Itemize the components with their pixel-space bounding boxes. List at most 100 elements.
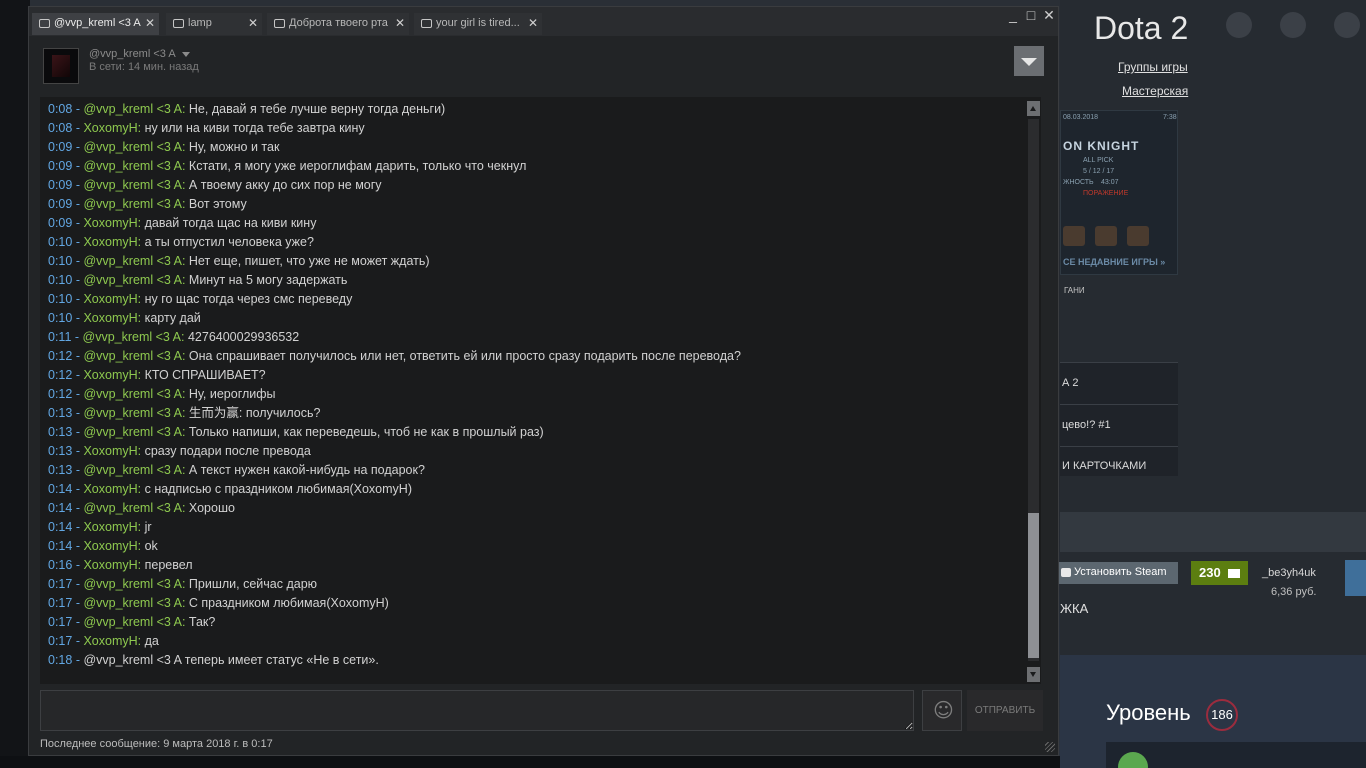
message-text: С праздником любимая(XoxomyH) xyxy=(188,596,389,610)
message-sender[interactable]: @vvp_kreml <3 A xyxy=(83,159,182,173)
notifications-badge[interactable]: 230 xyxy=(1191,561,1248,585)
message-text: 生而为赢: получилось? xyxy=(188,406,321,420)
message-sender[interactable]: XoxomyH xyxy=(83,558,137,572)
message-sender[interactable]: @vvp_kreml <3 A xyxy=(83,387,182,401)
message-sender[interactable]: XoxomyH xyxy=(83,311,137,325)
side-block-1[interactable]: А 2 xyxy=(1060,362,1178,404)
message-sender[interactable]: XoxomyH xyxy=(83,216,137,230)
match-time: 7:38 xyxy=(1163,114,1177,121)
message-sender[interactable]: XoxomyH xyxy=(83,482,137,496)
scroll-up-button[interactable] xyxy=(1027,101,1040,116)
tab-lamp[interactable]: lamp ✕ xyxy=(166,13,262,35)
minimize-button[interactable]: _ xyxy=(1003,7,1023,23)
friend-name-text: @vvp_kreml <3 A xyxy=(89,48,176,60)
account-name[interactable]: _be3yh4uk xyxy=(1262,567,1316,579)
message-sender[interactable]: XoxomyH xyxy=(83,235,137,249)
scroll-thumb[interactable] xyxy=(1028,513,1039,658)
message-text: Только напиши, как переведешь, чтоб не к… xyxy=(188,425,544,439)
message-input[interactable] xyxy=(40,690,914,731)
stats-icon[interactable] xyxy=(1280,12,1306,38)
message-sender[interactable]: XoxomyH xyxy=(83,121,137,135)
message-sender[interactable]: XoxomyH xyxy=(83,539,137,553)
message-sender[interactable]: @vvp_kreml <3 A xyxy=(83,273,182,287)
close-tab-icon[interactable]: ✕ xyxy=(248,16,258,30)
match-items xyxy=(1063,226,1149,246)
chat-icon xyxy=(173,19,184,28)
scroll-down-button[interactable] xyxy=(1027,667,1040,682)
message-sender[interactable]: XoxomyH xyxy=(83,520,137,534)
close-tab-icon[interactable]: ✕ xyxy=(145,16,155,30)
chat-message: 0:12 - @vvp_kreml <3 A: Она спрашивает п… xyxy=(48,349,741,363)
message-sender[interactable]: @vvp_kreml <3 A xyxy=(83,463,182,477)
badge-icon xyxy=(1118,752,1148,768)
message-sender[interactable]: @vvp_kreml <3 A xyxy=(83,254,182,268)
chevron-down-icon[interactable] xyxy=(181,51,190,57)
left-edge xyxy=(0,0,30,768)
message-text: Кстати, я могу уже иероглифам дарить, то… xyxy=(188,159,527,173)
message-time: 0:16 xyxy=(48,558,73,572)
chat-icon xyxy=(274,19,285,28)
chat-message: 0:17 - @vvp_kreml <3 A: С праздником люб… xyxy=(48,596,389,610)
recent-games-link[interactable]: СЕ НЕДАВНИЕ ИГРЫ » xyxy=(1063,257,1165,267)
close-button[interactable]: ✕ xyxy=(1039,7,1059,24)
message-sender[interactable]: @vvp_kreml <3 A xyxy=(83,406,182,420)
message-sender[interactable]: @vvp_kreml <3 A xyxy=(83,102,182,116)
tab-dobrota[interactable]: Доброта твоего рта ✕ xyxy=(267,13,409,35)
message-sender[interactable]: @vvp_kreml <3 A xyxy=(83,349,182,363)
install-steam-button[interactable]: Установить Steam xyxy=(1056,562,1178,584)
item-icon xyxy=(1095,226,1117,246)
message-sender[interactable]: @vvp_kreml <3 A xyxy=(83,577,182,591)
resize-grip[interactable] xyxy=(1045,742,1055,752)
tab-vvp-kreml[interactable]: @vvp_kreml <3 A ✕ xyxy=(32,13,159,35)
message-time: 0:12 xyxy=(48,387,73,401)
chat-message: 0:13 - @vvp_kreml <3 A: Только напиши, к… xyxy=(48,425,544,439)
message-text: ну го щас тогда через смс переведу xyxy=(144,292,353,306)
send-button[interactable]: ОТПРАВИТЬ xyxy=(967,690,1043,731)
side-block-3[interactable]: И КАРТОЧКАМИ xyxy=(1060,446,1178,476)
chat-message: 0:13 - @vvp_kreml <3 A: А текст нужен ка… xyxy=(48,463,425,477)
chat-message: 0:13 - XoxomyH: сразу подари после прево… xyxy=(48,444,311,458)
chat-scrollbar[interactable] xyxy=(1026,97,1041,684)
recent-match-card[interactable]: 08.03.2018 7:38 ON KNIGHT ALL PICK 5 / 1… xyxy=(1060,110,1178,275)
workshop-link[interactable]: Мастерская xyxy=(1122,84,1188,98)
community-icon[interactable] xyxy=(1226,12,1252,38)
user-avatar[interactable] xyxy=(1345,560,1366,596)
message-sender[interactable]: @vvp_kreml <3 A xyxy=(83,178,182,192)
message-sender[interactable]: XoxomyH xyxy=(83,634,137,648)
emoticon-button[interactable] xyxy=(922,690,962,731)
message-sender[interactable]: XoxomyH xyxy=(83,368,137,382)
message-time: 0:14 xyxy=(48,539,73,553)
chat-options-button[interactable] xyxy=(1014,46,1044,76)
message-time: 0:08 xyxy=(48,121,73,135)
message-sender[interactable]: @vvp_kreml <3 A xyxy=(83,501,182,515)
message-time: 0:17 xyxy=(48,615,73,629)
profile-icon[interactable] xyxy=(1334,12,1360,38)
message-text: перевел xyxy=(144,558,193,572)
message-sender[interactable]: @vvp_kreml <3 A xyxy=(83,596,182,610)
message-sender[interactable]: XoxomyH xyxy=(83,444,137,458)
badge-card[interactable] xyxy=(1106,742,1366,768)
chat-message: 0:08 - @vvp_kreml <3 A: Не, давай я тебе… xyxy=(48,102,446,116)
friend-avatar[interactable] xyxy=(43,48,79,84)
match-result: ПОРАЖЕНИЕ xyxy=(1083,190,1129,197)
message-sender[interactable]: @vvp_kreml <3 A xyxy=(83,425,182,439)
friend-name[interactable]: @vvp_kreml <3 A xyxy=(89,48,190,60)
message-time: 0:10 xyxy=(48,273,73,287)
message-time: 0:09 xyxy=(48,216,73,230)
wallet-balance: 6,36 руб. xyxy=(1271,586,1317,598)
message-sender[interactable]: @vvp_kreml <3 A xyxy=(83,330,182,344)
message-time: 0:10 xyxy=(48,254,73,268)
tab-your-girl[interactable]: your girl is tired... ✕ xyxy=(414,13,542,35)
chat-tabs: @vvp_kreml <3 A ✕ lamp ✕ Доброта твоего … xyxy=(29,7,1058,36)
message-sender[interactable]: @vvp_kreml <3 A xyxy=(83,197,182,211)
close-tab-icon[interactable]: ✕ xyxy=(395,16,405,30)
close-tab-icon[interactable]: ✕ xyxy=(528,16,538,30)
maximize-button[interactable]: □ xyxy=(1021,7,1041,23)
chat-message: 0:09 - @vvp_kreml <3 A: А твоему акку до… xyxy=(48,178,382,192)
side-block-2[interactable]: цево!? #1 xyxy=(1060,404,1178,446)
chat-message: 0:14 - XoxomyH: ok xyxy=(48,539,158,553)
game-groups-link[interactable]: Группы игры xyxy=(1118,60,1188,74)
message-sender[interactable]: @vvp_kreml <3 A xyxy=(83,140,182,154)
message-sender[interactable]: XoxomyH xyxy=(83,292,137,306)
message-sender[interactable]: @vvp_kreml <3 A xyxy=(83,615,182,629)
